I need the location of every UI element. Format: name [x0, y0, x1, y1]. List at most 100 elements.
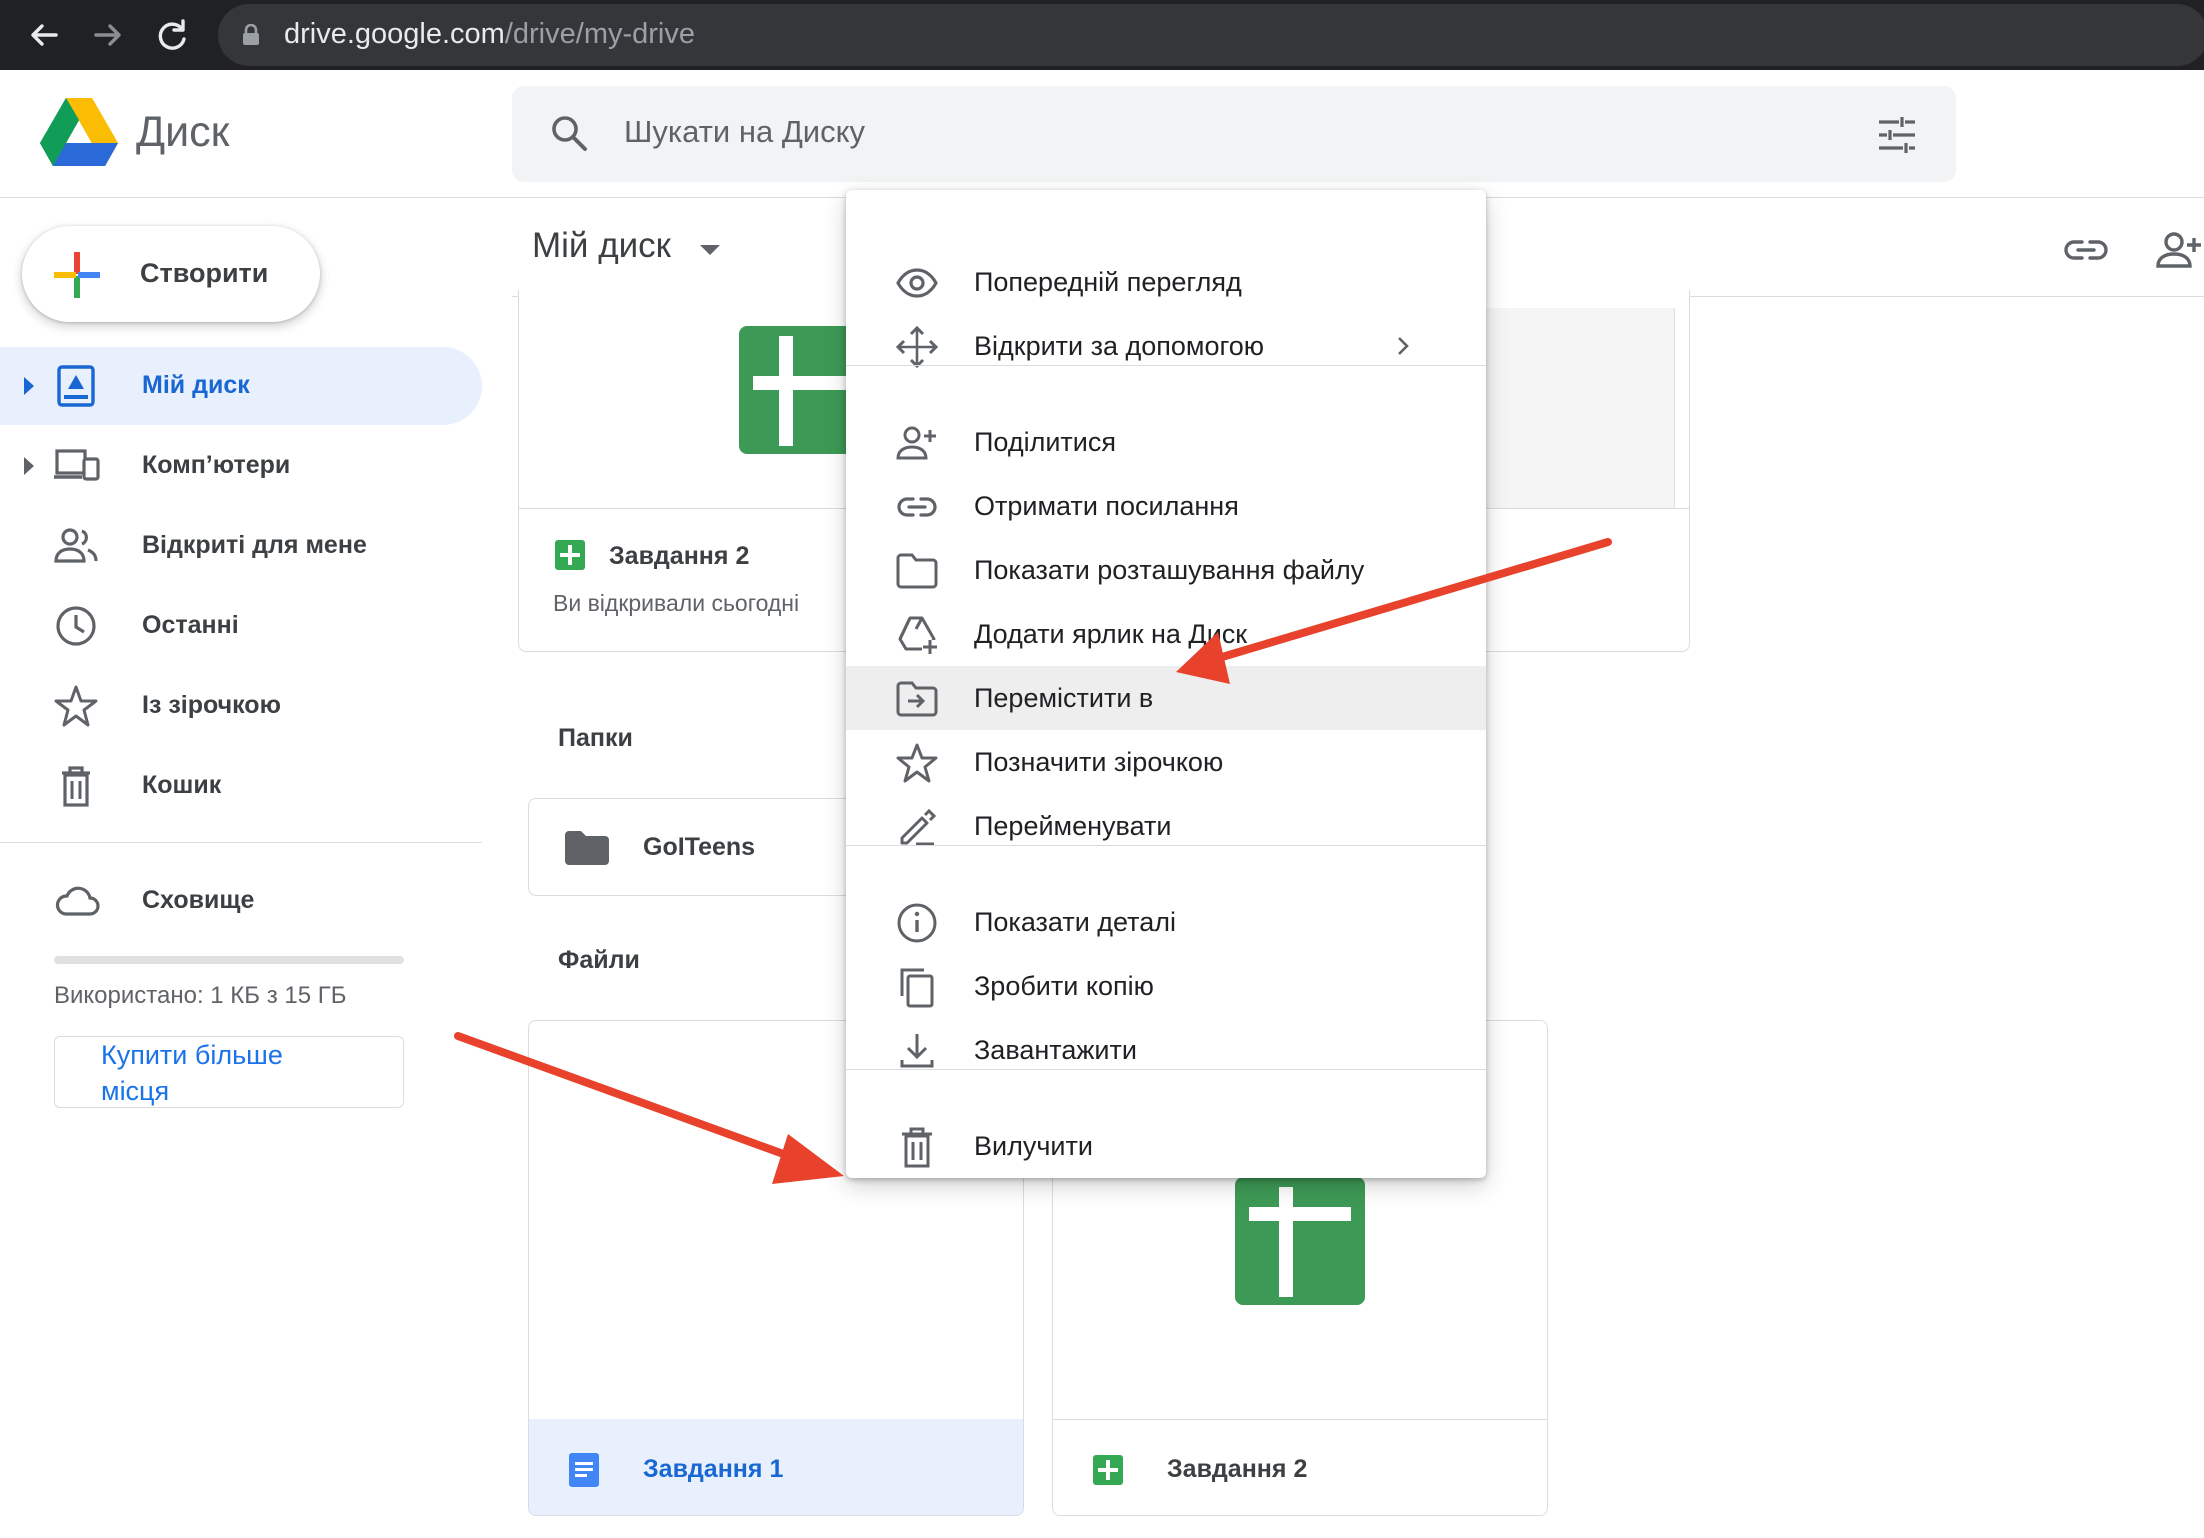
url-host: drive.google.com — [284, 18, 505, 50]
menu-item-show-location[interactable]: Показати розташування файлу — [846, 538, 1486, 602]
sidebar-item-my-drive[interactable]: Мій диск — [0, 347, 482, 425]
menu-item-label: Показати деталі — [974, 907, 1176, 937]
expand-caret-icon[interactable] — [24, 457, 34, 475]
context-menu: Попередній перегляд Відкрити за допомого… — [846, 190, 1486, 1178]
storage-usage-text: Використано: 1 КБ з 15 ГБ — [54, 982, 347, 1009]
menu-item-open-with[interactable]: Відкрити за допомогою — [846, 314, 1486, 378]
sidebar-item-label: Останні — [142, 611, 239, 639]
menu-item-remove[interactable]: Вилучити — [846, 1114, 1486, 1178]
menu-item-label: Перейменувати — [974, 811, 1172, 841]
menu-item-share[interactable]: Поділитися — [846, 410, 1486, 474]
computers-icon — [54, 449, 100, 481]
eye-icon — [896, 268, 938, 298]
sidebar-item-computers[interactable]: Комп’ютери — [0, 427, 482, 505]
menu-item-label: Отримати посилання — [974, 491, 1239, 521]
menu-item-label: Відкрити за допомогою — [974, 331, 1265, 361]
sidebar-item-starred[interactable]: Із зірочкою — [0, 667, 482, 745]
file-name: Завдання 2 — [1167, 1455, 1308, 1483]
menu-separator — [846, 1069, 1486, 1070]
address-bar[interactable]: drive.google.com/drive/my-drive — [218, 4, 2204, 66]
page-title[interactable]: Мій диск — [532, 226, 671, 266]
search-placeholder: Шукати на Диску — [624, 114, 866, 149]
menu-item-move-to[interactable]: Перемістити в — [846, 666, 1486, 730]
drive-logo-icon[interactable] — [40, 98, 118, 168]
menu-item-label: Перемістити в — [974, 683, 1154, 713]
clock-icon — [56, 606, 96, 646]
menu-item-download[interactable]: Завантажити — [846, 1018, 1486, 1082]
sidebar-item-label: Відкриті для мене — [142, 531, 367, 559]
back-icon[interactable] — [24, 15, 64, 55]
folder-card[interactable]: GoITeens — [528, 798, 868, 896]
sidebar-item-storage[interactable]: Сховище — [0, 862, 482, 940]
star-icon — [896, 743, 938, 783]
reload-icon[interactable] — [152, 15, 192, 55]
sidebar-item-label: Кошик — [142, 771, 222, 799]
create-label: Створити — [140, 258, 269, 288]
move-arrows-icon — [896, 326, 938, 368]
menu-item-label: Вилучити — [974, 1131, 1093, 1161]
expand-caret-icon[interactable] — [24, 377, 34, 395]
link-icon[interactable] — [2062, 226, 2110, 274]
buy-storage-label: Купити більше місця — [101, 1040, 283, 1106]
menu-item-label: Зробити копію — [974, 971, 1154, 1001]
sheets-icon — [1093, 1455, 1123, 1485]
sidebar-item-shared[interactable]: Відкриті для мене — [0, 507, 482, 585]
menu-item-label: Завантажити — [974, 1035, 1137, 1065]
sidebar-item-trash[interactable]: Кошик — [0, 747, 482, 825]
storage-usage-bar — [54, 956, 404, 964]
add-person-icon — [896, 426, 936, 460]
trash-icon — [62, 766, 90, 807]
menu-item-preview[interactable]: Попередній перегляд — [846, 250, 1486, 314]
sidebar-item-label: Мій диск — [142, 371, 250, 399]
search-icon[interactable] — [548, 112, 592, 156]
menu-item-rename[interactable]: Перейменувати — [846, 794, 1486, 858]
my-drive-icon — [57, 365, 95, 407]
menu-item-label: Поділитися — [974, 427, 1116, 457]
info-icon — [897, 903, 937, 943]
menu-item-details[interactable]: Показати деталі — [846, 890, 1486, 954]
menu-item-label: Позначити зірочкою — [974, 747, 1224, 777]
menu-item-label: Показати розташування файлу — [974, 555, 1365, 585]
filter-options-icon[interactable] — [1876, 114, 1918, 156]
menu-separator — [846, 845, 1486, 846]
move-to-folder-icon — [896, 681, 938, 717]
forward-icon[interactable] — [88, 15, 128, 55]
search-input[interactable]: Шукати на Диску — [512, 86, 1956, 182]
star-icon — [54, 685, 98, 727]
file-name: Завдання 1 — [643, 1455, 784, 1483]
sidebar-item-label: Комп’ютери — [142, 451, 291, 479]
shared-icon — [54, 528, 98, 563]
url-text: drive.google.com/drive/my-drive — [284, 18, 695, 51]
buy-storage-button[interactable]: Купити більше місця — [54, 1036, 404, 1108]
folder-icon — [565, 831, 609, 865]
files-section-label: Файли — [558, 946, 640, 974]
menu-item-label: Додати ярлик на Диск — [974, 619, 1248, 649]
menu-separator — [846, 365, 1486, 366]
menu-item-star[interactable]: Позначити зірочкою — [846, 730, 1486, 794]
chevron-down-icon[interactable] — [700, 245, 720, 255]
download-icon — [900, 1034, 934, 1068]
menu-item-get-link[interactable]: Отримати посилання — [846, 474, 1486, 538]
menu-item-copy[interactable]: Зробити копію — [846, 954, 1486, 1018]
sidebar-item-recent[interactable]: Останні — [0, 587, 482, 665]
folders-section-label: Папки — [558, 724, 633, 752]
app-header: Диск Шукати на Диску — [0, 70, 2204, 198]
url-path: /drive/my-drive — [504, 18, 695, 50]
file-subtitle: Ви відкривали сьогодні — [553, 590, 800, 616]
card-divider — [1053, 1419, 1547, 1420]
sidebar-item-label: Сховище — [142, 886, 255, 914]
sheets-icon — [555, 540, 585, 570]
lock-icon — [243, 24, 259, 45]
create-button[interactable]: Створити — [22, 226, 320, 322]
menu-item-label: Попередній перегляд — [974, 267, 1242, 297]
trash-icon — [902, 1127, 932, 1168]
copy-icon — [900, 968, 934, 1008]
file-name: Завдання 2 — [609, 542, 750, 570]
link-icon — [897, 497, 937, 517]
add-person-icon[interactable] — [2156, 226, 2204, 274]
cloud-icon — [55, 886, 100, 916]
menu-item-add-shortcut[interactable]: Додати ярлик на Диск — [846, 602, 1486, 666]
docs-icon — [569, 1453, 599, 1487]
pencil-icon — [900, 808, 937, 846]
app-name: Диск — [136, 108, 230, 156]
